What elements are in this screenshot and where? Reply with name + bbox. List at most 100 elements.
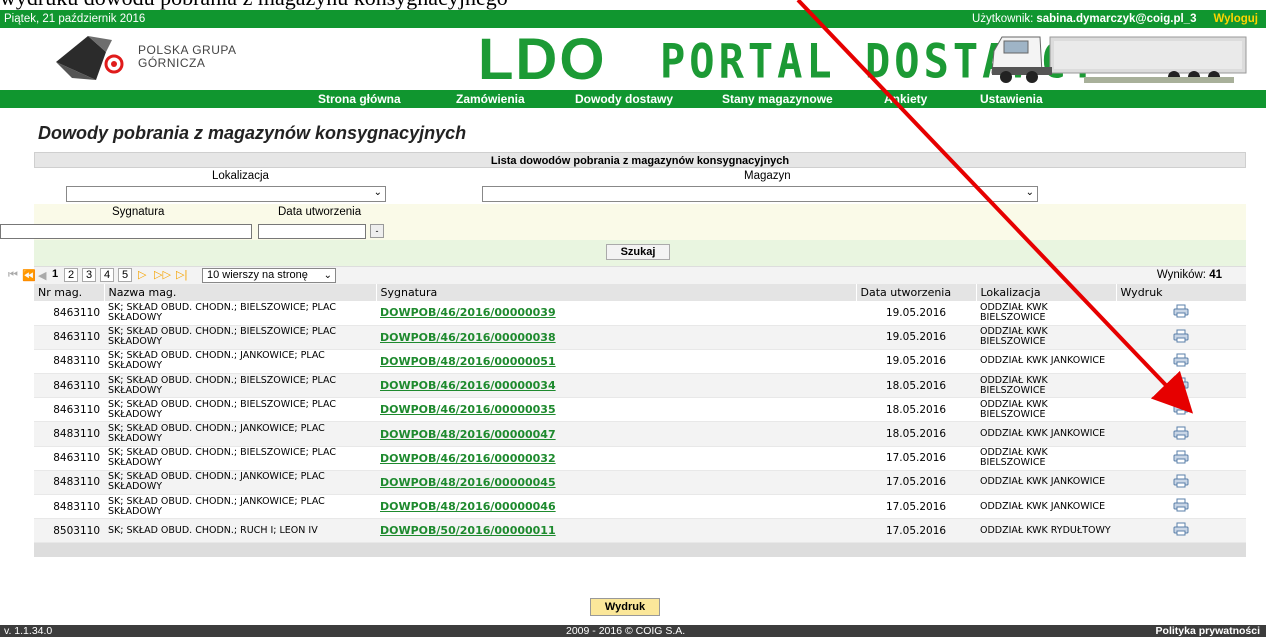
nav-delivery-proofs[interactable]: Dowody dostawy [575,92,673,106]
user-label: Użytkownik: [971,13,1034,25]
cell-data: 19.05.2016 [856,349,976,375]
cell-nr: 8503110 [34,518,104,544]
copyright: 2009 - 2016 © COIG S.A. [566,625,686,637]
cell-nazwa: SK; SKŁAD OBUD. CHODN.; JANKOWICE; PLAC … [104,421,376,447]
sygnatura-link[interactable]: DOWPOB/46/2016/00000034 [380,379,556,392]
data-utworzenia-input[interactable] [258,224,366,239]
sygnatura-link[interactable]: DOWPOB/46/2016/00000035 [380,403,556,416]
cell-lokalizacja: ODDZIAŁ KWK JANKOWICE [976,494,1116,520]
sygnatura-input[interactable] [0,224,252,239]
page-2[interactable]: 2 [64,268,78,282]
portal-page: Piątek, 21 październik 2016 Użytkownik: … [0,10,1266,637]
sygnatura-link[interactable]: DOWPOB/46/2016/00000032 [380,452,556,465]
cell-lokalizacja: ODDZIAŁ KWK BIELSZOWICE [976,397,1116,423]
cell-nr: 8483110 [34,470,104,496]
nav-stock[interactable]: Stany magazynowe [722,92,833,106]
pgg-logo-text: POLSKA GRUPA GÓRNICZA [138,44,236,70]
page-5[interactable]: 5 [118,268,132,282]
printer-icon[interactable] [1173,329,1189,343]
page-4[interactable]: 4 [100,268,114,282]
cell-nr: 8463110 [34,325,104,350]
col-lokalizacja[interactable]: Lokalizacja [976,284,1117,301]
logout-link[interactable]: Wyloguj [1213,13,1258,25]
lokalizacja-select[interactable]: ⌄ [66,186,386,202]
sygnatura-link[interactable]: DOWPOB/46/2016/00000039 [380,306,556,319]
nav-settings[interactable]: Ustawienia [980,92,1043,106]
sygnatura-link[interactable]: DOWPOB/46/2016/00000038 [380,331,556,344]
list-panel: Lista dowodów pobrania z magazynów konsy… [0,152,1247,558]
magazyn-label: Magazyn [744,170,791,182]
cell-nr: 8463110 [34,397,104,423]
printer-icon[interactable] [1173,353,1189,367]
filters-row-2: Sygnatura Data utworzenia - [0,204,1246,240]
printer-icon[interactable] [1173,498,1189,512]
cell-data: 18.05.2016 [856,373,976,399]
nav-surveys[interactable]: Ankiety [884,92,927,106]
pgg-logo-icon [56,36,124,80]
col-nazwa[interactable]: Nazwa mag. [104,284,377,301]
cell-wydruk [1116,325,1246,350]
col-nr[interactable]: Nr mag. [34,284,105,301]
cell-data: 19.05.2016 [856,301,976,326]
chevron-down-icon: ⌄ [1025,187,1034,198]
printer-icon[interactable] [1173,450,1189,464]
printer-icon[interactable] [1173,522,1189,536]
cell-lokalizacja: ODDZIAŁ KWK JANKOWICE [976,421,1116,447]
magazyn-select[interactable]: ⌄ [482,186,1038,202]
printer-icon[interactable] [1173,377,1189,391]
prev-fast-icon[interactable]: ⏪ [22,269,36,282]
truck-image [991,36,1247,83]
table-row: 8483110 SK; SKŁAD OBUD. CHODN.; JANKOWICE… [34,349,1246,375]
table-row: 8463110 SK; SKŁAD OBUD. CHODN.; BIELSZOWI… [34,397,1246,423]
lokalizacja-label: Lokalizacja [212,170,269,182]
sygnatura-label: Sygnatura [112,206,165,218]
results-label: Wyników: [1156,269,1206,281]
printer-icon[interactable] [1173,474,1189,488]
search-button[interactable]: Szukaj [606,244,670,260]
pager: ⏮ ⏪ ◀ 1 2 3 4 5 ▷ ▷▷ ▷| 10 wierszy na st… [8,266,1246,284]
cell-wydruk [1116,446,1246,471]
first-page-icon[interactable]: ⏮ [8,269,18,282]
col-sygnatura[interactable]: Sygnatura [376,284,857,301]
cell-nazwa: SK; SKŁAD OBUD. CHODN.; BIELSZOWICE; PLA… [104,325,376,350]
page-1: 1 [51,268,59,280]
printer-icon[interactable] [1173,304,1189,318]
results-table: Nr mag. Nazwa mag. Sygnatura Data utworz… [34,284,1247,544]
prev-page-icon[interactable]: ◀ [38,269,46,282]
printer-icon[interactable] [1173,426,1189,440]
top-bar: Piątek, 21 październik 2016 Użytkownik: … [0,10,1266,28]
print-button[interactable]: Wydruk [590,598,660,616]
calendar-button[interactable]: - [370,224,384,238]
data-utworzenia-label: Data utworzenia [278,206,362,218]
results-value: 41 [1209,269,1222,281]
cell-data: 17.05.2016 [856,470,976,496]
next-fast-icon[interactable]: ▷▷ [154,268,171,281]
sygnatura-link[interactable]: DOWPOB/48/2016/00000046 [380,500,556,513]
cell-nazwa: SK; SKŁAD OBUD. CHODN.; RUCH I; LEON IV [104,518,376,544]
per-page-select[interactable]: 10 wierszy na stronę ⌄ [202,268,336,283]
sygnatura-link[interactable]: DOWPOB/48/2016/00000045 [380,476,556,489]
pgg-logo[interactable]: POLSKA GRUPA GÓRNICZA [52,32,236,82]
ldo-logo: LDO [478,27,607,92]
cell-wydruk [1116,518,1246,544]
table-row: 8503110 SK; SKŁAD OBUD. CHODN.; RUCH I; L… [34,518,1246,544]
page-3[interactable]: 3 [82,268,96,282]
col-data[interactable]: Data utworzenia [856,284,977,301]
sygnatura-link[interactable]: DOWPOB/48/2016/00000047 [380,428,556,441]
last-page-icon[interactable]: ▷| [176,268,187,281]
nav-orders[interactable]: Zamówienia [456,92,525,106]
header: POLSKA GRUPA GÓRNICZA LDO PORTAL DOSTAWC… [0,28,1266,90]
sygnatura-link[interactable]: DOWPOB/50/2016/00000011 [380,524,556,537]
printer-icon[interactable] [1173,401,1189,415]
cell-nr: 8483110 [34,349,104,375]
sygnatura-link[interactable]: DOWPOB/48/2016/00000051 [380,355,556,368]
privacy-link[interactable]: Polityka prywatności [1156,625,1260,637]
chevron-down-icon: ⌄ [373,187,382,198]
table-row: 8483110 SK; SKŁAD OBUD. CHODN.; JANKOWICE… [34,470,1246,496]
cell-data: 17.05.2016 [856,446,976,471]
nav-home[interactable]: Strona główna [318,92,401,106]
cell-nr: 8463110 [34,373,104,399]
next-page-icon[interactable]: ▷ [138,268,146,281]
footer: v. 1.1.34.0 2009 - 2016 © COIG S.A. Poli… [0,625,1266,637]
cell-lokalizacja: ODDZIAŁ KWK BIELSZOWICE [976,325,1116,350]
